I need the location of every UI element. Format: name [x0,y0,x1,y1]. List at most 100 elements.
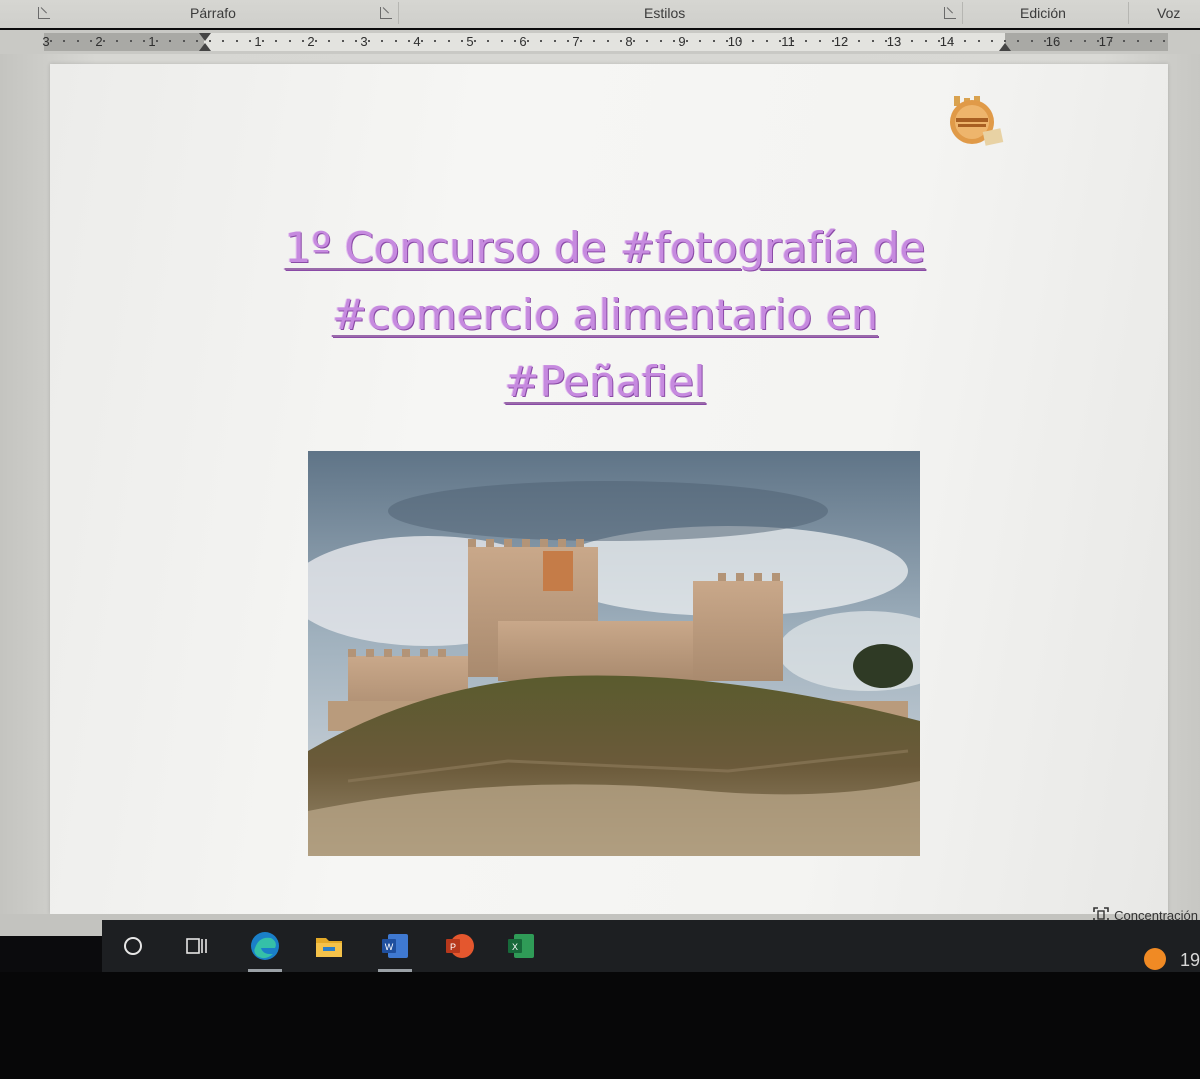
ruler-tick [288,40,291,42]
ruler-tick [924,40,927,42]
ruler-tick [619,40,622,42]
ruler-tick [142,40,145,42]
task-view-icon [186,938,207,954]
ruler-tick [778,40,781,42]
document-title[interactable]: 1º Concurso de #fotografía de #comercio … [210,214,1000,415]
ruler-tick [977,40,980,42]
ruler-tick [606,40,609,42]
ruler-tick [1070,40,1073,42]
styles-launcher-icon[interactable] [944,7,956,19]
ruler-tick [89,40,92,42]
ruler-tick [553,40,556,42]
ruler-number: 3 [360,34,368,49]
ruler-tick [50,40,52,42]
group-label-voice: Voz [1157,5,1181,21]
cortana-icon [124,937,142,955]
ruler-tick [116,40,119,42]
ruler-tick [421,40,423,42]
ruler-tick [328,40,331,42]
svg-text:W: W [385,942,394,952]
ruler-tick [301,40,304,42]
castle-photo-icon[interactable] [308,451,920,856]
divider [398,2,399,24]
title-line-1: 1º Concurso de #fotografía de [284,223,926,272]
excel-button[interactable]: X [498,920,544,972]
svg-text:X: X [512,942,518,952]
ruler-number: 6 [519,34,527,49]
edge-icon [251,932,279,960]
weather-sun-icon[interactable] [1142,946,1168,972]
ruler-tick [182,40,185,42]
powerpoint-button[interactable]: P [436,920,482,972]
edge-button[interactable] [242,920,288,972]
ruler-tick [156,40,158,42]
clock-text[interactable]: 19 [1180,950,1200,971]
powerpoint-icon: P [446,934,474,958]
ruler-tick [500,40,503,42]
ruler-tick [235,40,238,42]
ruler-tick [129,40,132,42]
ruler-tick [195,40,198,42]
ruler-number: 2 [95,34,103,49]
task-view-button[interactable] [174,920,220,972]
ruler-tick [831,40,834,42]
ruler-tick [1057,40,1059,42]
cortana-button[interactable] [110,920,156,972]
ruler-tick [699,40,702,42]
ruler-tick [315,40,317,42]
ruler-tick [765,40,768,42]
first-line-indent-marker[interactable] [199,33,211,41]
ruler-tick [103,40,105,42]
ruler-tick [818,40,821,42]
ruler-tick [1096,40,1099,42]
ruler-tick [805,40,808,42]
ruler-tick [858,40,861,42]
ruler-tick [593,40,596,42]
ruler-tick [752,40,755,42]
ruler-tick [580,40,582,42]
ruler-tick [513,40,516,42]
file-explorer-button[interactable] [306,920,352,972]
ruler-number: 9 [678,34,686,49]
ruler-number: 5 [466,34,474,49]
ruler-tick [341,40,344,42]
hanging-indent-marker[interactable] [199,43,211,51]
ruler-number: 7 [572,34,580,49]
ruler-tick [527,40,529,42]
excel-icon: X [508,934,534,958]
ruler-tick [951,40,953,42]
ruler-tick [169,40,172,42]
file-explorer-icon [316,938,342,957]
ruler-tick [1163,40,1165,42]
group-label-editing: Edición [1020,5,1066,21]
paragraph-launcher-icon[interactable] [380,7,392,19]
ruler-tick [884,40,887,42]
ruler-tick [633,40,635,42]
ruler-tick [1136,40,1139,42]
conde-lucanor-logo-icon [950,96,1004,146]
word-icon: W [382,934,408,958]
ruler-tick [898,40,900,42]
ruler-tick [460,40,463,42]
ruler-tick [739,40,741,42]
ruler-tick [1004,40,1006,42]
ruler-tick [540,40,543,42]
ruler-tick [76,40,79,42]
ruler-tick [725,40,728,42]
ruler-tick [1043,40,1046,42]
monitor-bezel [0,972,1200,1079]
clipboard-launcher-icon[interactable] [38,7,50,19]
ruler-tick [354,40,357,42]
right-indent-marker[interactable] [999,43,1011,51]
ruler-tick [566,40,569,42]
ruler-tick [1110,40,1112,42]
windows-taskbar: W P X 19 [102,920,1200,972]
document-workspace: 1º Concurso de #fotografía de #comercio … [0,54,1200,914]
document-page[interactable]: 1º Concurso de #fotografía de #comercio … [50,64,1168,914]
ruler-tick [447,40,450,42]
word-button[interactable]: W [372,920,418,972]
ruler-tick [368,40,370,42]
ruler-tick [1123,40,1126,42]
ruler-number: 4 [413,34,421,49]
horizontal-ruler[interactable]: 3 2 1 1 2 3 4 5 6 7 8 9 10 11 12 13 14 16 17 [0,30,1200,54]
